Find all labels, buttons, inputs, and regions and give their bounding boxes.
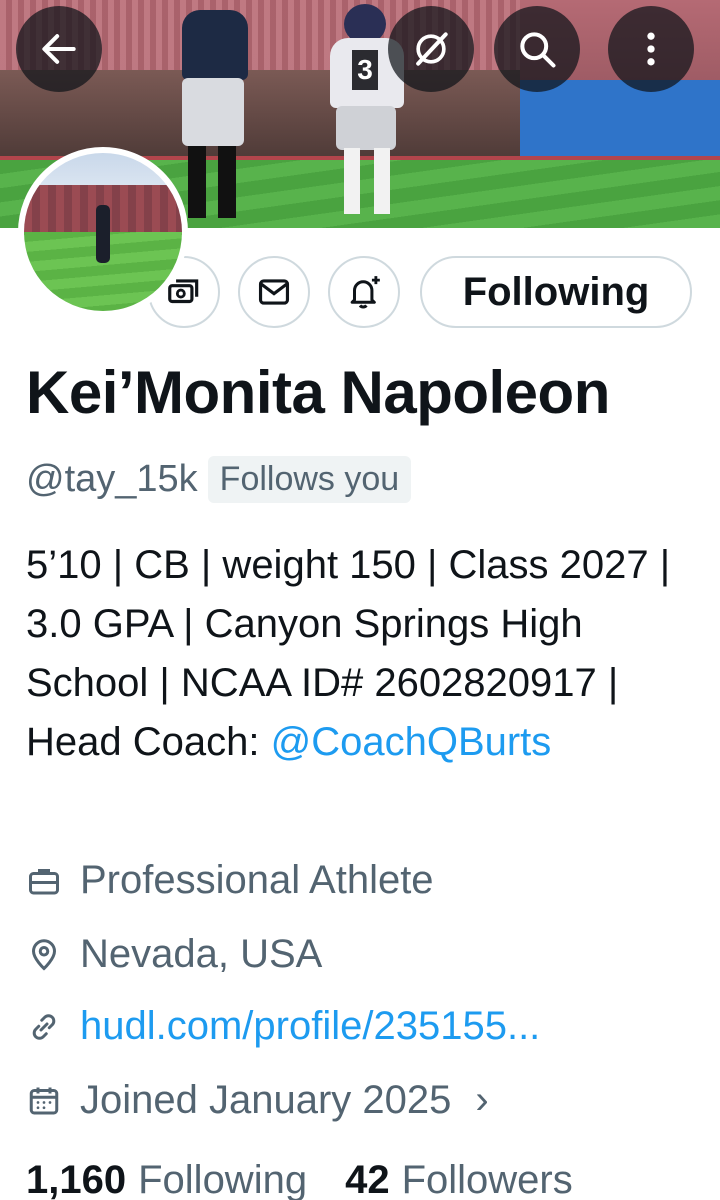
following-label[interactable]: Following — [138, 1158, 307, 1200]
website-link[interactable]: hudl.com/profile/235155... — [80, 1004, 540, 1049]
following-count[interactable]: 1,160 — [26, 1158, 126, 1200]
back-button[interactable] — [16, 6, 102, 92]
bio: 5’10 | CB | weight 150 | Class 2027 | 3.… — [26, 536, 706, 772]
location-text: Nevada, USA — [80, 932, 323, 976]
banner-player-left — [170, 0, 260, 228]
handle-row: @tay_15k Follows you — [26, 456, 412, 503]
chevron-right-icon: › — [475, 1078, 489, 1122]
category-row: Professional Athlete — [26, 858, 434, 903]
handle: @tay_15k — [26, 458, 198, 500]
following-button[interactable]: Following — [420, 256, 692, 328]
notifications-button[interactable] — [328, 256, 400, 328]
joined-row[interactable]: Joined January 2025 › — [26, 1078, 489, 1123]
display-name: Kei’Monita Napoleon — [26, 359, 610, 426]
follow-stats: 1,160 Following 42 Followers — [26, 1158, 573, 1200]
location-row: Nevada, USA — [26, 932, 322, 977]
category-text: Professional Athlete — [80, 858, 434, 902]
avatar[interactable] — [18, 147, 188, 317]
grok-slash-icon — [416, 32, 448, 66]
more-options-button[interactable] — [608, 6, 694, 92]
search-button[interactable] — [494, 6, 580, 92]
envelope-icon — [258, 279, 290, 305]
follows-you-badge: Follows you — [207, 456, 412, 503]
followers-count[interactable]: 42 — [345, 1158, 390, 1200]
bio-mention-link[interactable]: @CoachQBurts — [271, 720, 552, 764]
search-icon — [520, 32, 556, 68]
jersey-number: 3 — [352, 50, 378, 90]
followers-label[interactable]: Followers — [402, 1158, 573, 1200]
message-button[interactable] — [238, 256, 310, 328]
banner-bleachers — [520, 80, 720, 160]
grok-button[interactable] — [388, 6, 474, 92]
calendar-icon — [29, 1087, 59, 1114]
joined-text: Joined January 2025 — [80, 1078, 452, 1122]
bell-plus-icon — [350, 276, 380, 309]
location-pin-icon — [31, 938, 57, 971]
website-row: hudl.com/profile/235155... — [26, 1004, 540, 1049]
briefcase-icon — [29, 868, 59, 894]
more-vertical-icon — [647, 32, 655, 66]
link-icon — [32, 1013, 56, 1040]
arrow-left-icon — [42, 34, 76, 64]
